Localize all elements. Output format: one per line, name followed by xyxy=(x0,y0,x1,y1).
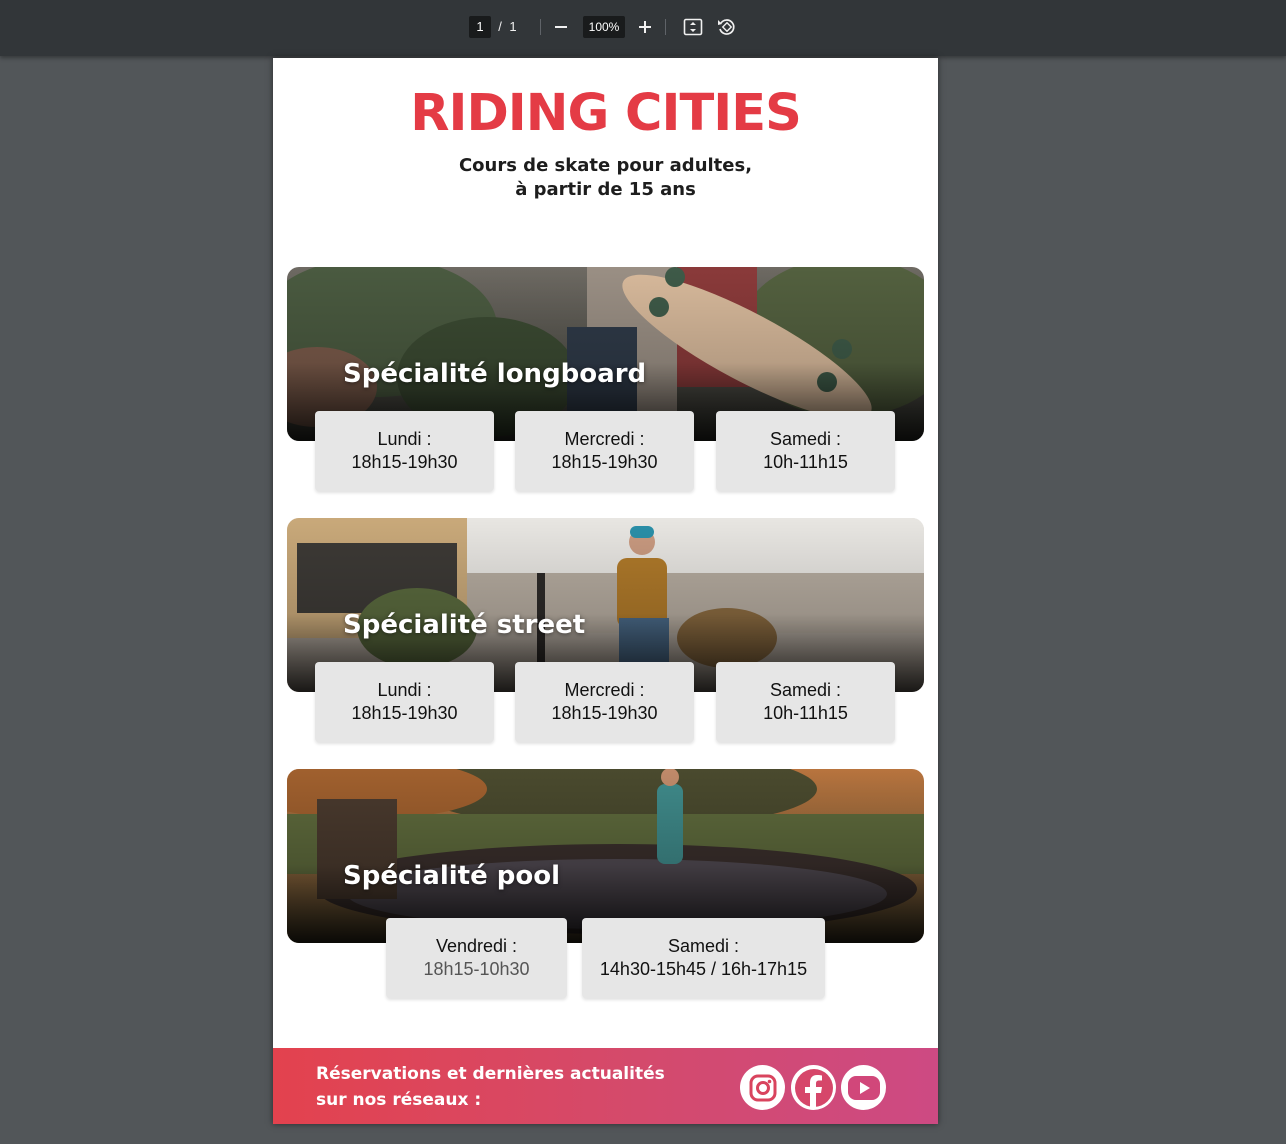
slot-day: Mercredi : xyxy=(564,680,645,700)
schedule-slot: Samedi : 10h-11h15 xyxy=(716,411,895,491)
fit-page-icon xyxy=(683,18,703,36)
slot-day: Samedi : xyxy=(769,680,842,700)
section-title: Spécialité pool xyxy=(343,861,561,891)
slot-time: 18h15-19h30 xyxy=(351,703,458,723)
slot-day: Samedi : xyxy=(769,429,842,449)
facebook-icon xyxy=(794,1068,833,1107)
slot-day: Mercredi : xyxy=(564,429,645,449)
slot-time: 18h15-19h30 xyxy=(551,703,658,723)
plus-icon xyxy=(639,21,651,33)
slot-time: 18h15-10h30 xyxy=(423,959,530,979)
facebook-link[interactable] xyxy=(791,1065,836,1110)
slot-day: Vendredi : xyxy=(435,936,518,956)
slot-day: Samedi : xyxy=(667,936,740,956)
document-page: RIDING CITIES Cours de skate pour adulte… xyxy=(273,58,938,1124)
youtube-icon xyxy=(847,1075,880,1100)
page-number-input[interactable]: 1 xyxy=(469,16,491,38)
slot-time: 18h15-19h30 xyxy=(551,452,658,472)
slot-day: Lundi : xyxy=(377,429,432,449)
schedule-slot: Vendredi : 18h15-10h30 xyxy=(386,918,567,998)
youtube-link[interactable] xyxy=(841,1065,886,1110)
footer-line-2: sur nos réseaux : xyxy=(316,1090,482,1110)
section-title: Spécialité longboard xyxy=(343,359,647,389)
document-title: RIDING CITIES xyxy=(410,84,802,143)
zoom-level-input[interactable]: 100% xyxy=(583,16,625,38)
footer-text: Réservations et dernières actualités sur… xyxy=(316,1061,716,1113)
zoom-out-button[interactable] xyxy=(548,14,574,40)
minus-icon xyxy=(555,26,567,28)
pdf-toolbar: 1 / 1 100% xyxy=(0,0,1286,56)
slot-time: 14h30-15h45 / 16h-17h15 xyxy=(599,959,808,979)
section-title: Spécialité street xyxy=(343,610,586,640)
schedule-slot: Samedi : 14h30-15h45 / 16h-17h15 xyxy=(582,918,825,998)
instagram-link[interactable] xyxy=(740,1065,785,1110)
schedule-slot: Samedi : 10h-11h15 xyxy=(716,662,895,742)
toolbar-divider xyxy=(540,19,541,35)
footer-banner: Réservations et dernières actualités sur… xyxy=(273,1048,938,1124)
instagram-icon xyxy=(749,1074,776,1101)
schedule-slot: Mercredi : 18h15-19h30 xyxy=(515,411,694,491)
slot-time: 10h-11h15 xyxy=(763,703,848,723)
zoom-in-button[interactable] xyxy=(632,14,658,40)
footer-line-1: Réservations et dernières actualités xyxy=(316,1064,665,1084)
toolbar-divider xyxy=(665,19,666,35)
page-total: 1 xyxy=(509,19,517,34)
schedule-slot: Lundi : 18h15-19h30 xyxy=(315,662,494,742)
page-separator: / xyxy=(498,19,502,34)
schedule-slot: Lundi : 18h15-19h30 xyxy=(315,411,494,491)
slot-time: 10h-11h15 xyxy=(763,452,848,472)
rotate-button[interactable] xyxy=(713,14,739,40)
subtitle-line-1: Cours de skate pour adultes, xyxy=(458,155,753,176)
pool-banner-image: Spécialité pool xyxy=(287,769,924,943)
fit-to-page-button[interactable] xyxy=(680,14,706,40)
document-subtitle: Cours de skate pour adultes, à partir de… xyxy=(273,154,938,202)
slot-time: 18h15-19h30 xyxy=(351,452,458,472)
subtitle-line-2: à partir de 15 ans xyxy=(515,179,696,200)
rotate-icon xyxy=(718,19,735,35)
schedule-slot: Mercredi : 18h15-19h30 xyxy=(515,662,694,742)
slot-day: Lundi : xyxy=(377,680,432,700)
